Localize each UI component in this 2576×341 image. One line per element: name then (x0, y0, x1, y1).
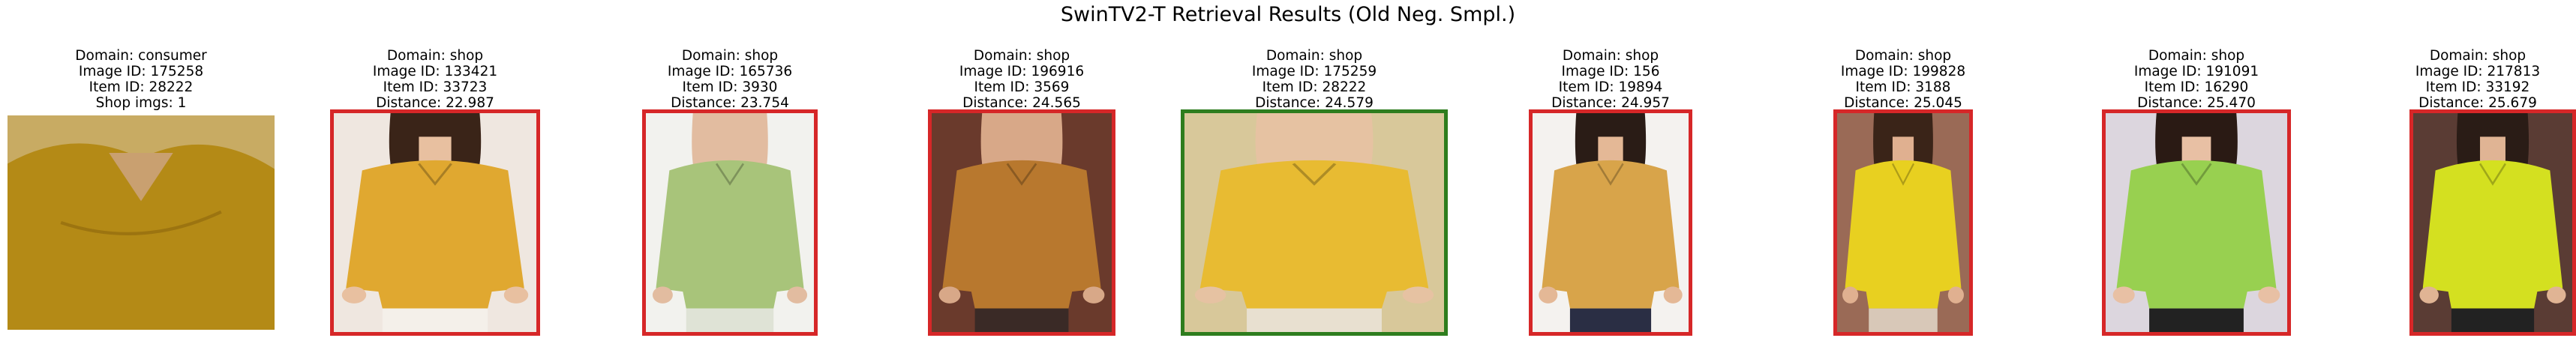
result-domain: Domain: shop (1562, 48, 1659, 64)
figure-title: SwinTV2-T Retrieval Results (Old Neg. Sm… (1060, 3, 1516, 26)
left-hand (341, 286, 367, 304)
result-caption: Domain: shop Image ID: 191091 Item ID: 1… (2042, 48, 2351, 111)
result-image-id: Image ID: 175259 (1251, 64, 1377, 79)
bottom-garment (1569, 308, 1652, 332)
bottom-garment (1247, 308, 1382, 332)
bottom-garment (2149, 308, 2244, 332)
result-image-id: Image ID: 133421 (372, 64, 498, 79)
result-image-id: Image ID: 199828 (1840, 64, 1966, 79)
bottom-garment (382, 308, 488, 332)
result-domain: Domain: shop (2148, 48, 2245, 64)
result-image (1833, 109, 1973, 336)
left-hand (938, 286, 961, 304)
result-item-id: Item ID: 33723 (383, 79, 488, 95)
bottom-garment (974, 308, 1069, 332)
bottom-garment (686, 308, 774, 332)
result-image (642, 109, 818, 336)
right-hand (2547, 286, 2566, 304)
bottom-garment (2451, 308, 2535, 332)
right-hand (503, 286, 529, 304)
result-caption: Domain: shop Image ID: 199828 Item ID: 3… (1773, 48, 2033, 111)
result-item-id: Item ID: 33192 (2425, 79, 2530, 95)
result-caption: Domain: shop Image ID: 133421 Item ID: 3… (270, 48, 600, 111)
left-hand (1842, 286, 1859, 304)
result-domain: Domain: shop (1265, 48, 1363, 64)
left-hand (2419, 286, 2439, 304)
result-caption: Domain: shop Image ID: 217813 Item ID: 3… (2364, 48, 2576, 111)
result-distance: Distance: 24.579 (1255, 95, 1374, 111)
right-hand (2258, 286, 2280, 304)
left-hand (652, 286, 673, 304)
result-item-id: Item ID: 16290 (2144, 79, 2249, 95)
result-distance: Distance: 25.470 (2137, 95, 2256, 111)
result-distance: Distance: 25.679 (2418, 95, 2537, 111)
result-image (928, 109, 1115, 336)
result-image (1529, 109, 1692, 336)
result-domain: Domain: shop (386, 48, 484, 64)
left-hand (1539, 286, 1558, 304)
result-image (2102, 109, 2291, 336)
result-caption: Domain: shop Image ID: 175259 Item ID: 2… (1121, 48, 1508, 111)
result-image-id: Image ID: 165736 (667, 64, 793, 79)
right-hand (1402, 286, 1434, 304)
result-distance: Distance: 23.754 (671, 95, 789, 111)
result-image-id: Image ID: 156 (1561, 64, 1660, 79)
left-hand (2112, 286, 2135, 304)
result-image-id: Image ID: 191091 (2133, 64, 2259, 79)
result-image (1181, 109, 1448, 336)
result-distance: Distance: 25.045 (1844, 95, 1962, 111)
result-domain: Domain: shop (2429, 48, 2526, 64)
result-domain: Domain: shop (681, 48, 779, 64)
right-hand (787, 286, 808, 304)
result-distance: Distance: 22.987 (376, 95, 494, 111)
bottom-garment (1869, 308, 1938, 332)
result-item-id: Item ID: 3188 (1855, 79, 1951, 95)
result-image-id: Image ID: 217813 (2415, 64, 2541, 79)
right-hand (1663, 286, 1683, 304)
result-image (330, 109, 540, 336)
right-hand (1082, 286, 1105, 304)
result-item-id: Item ID: 28222 (1262, 79, 1367, 95)
result-distance: Distance: 24.957 (1551, 95, 1670, 111)
result-caption: Domain: shop Image ID: 156 Item ID: 1989… (1469, 48, 1752, 111)
left-hand (1194, 286, 1226, 304)
result-image (2409, 109, 2576, 336)
query-image (8, 115, 275, 330)
result-caption: Domain: shop Image ID: 165736 Item ID: 3… (582, 48, 878, 111)
right-hand (1947, 286, 1964, 304)
result-item-id: Item ID: 19894 (1558, 79, 1663, 95)
result-domain: Domain: shop (1854, 48, 1952, 64)
result-item-id: Item ID: 3930 (682, 79, 778, 95)
